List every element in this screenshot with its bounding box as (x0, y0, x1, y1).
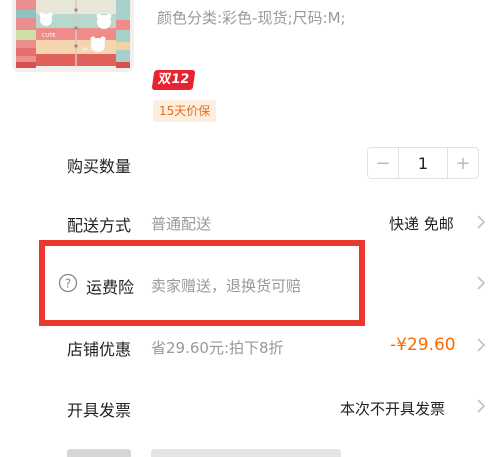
delivery-label: 配送方式 (67, 216, 132, 235)
thumbnail-text-left: CUTE (42, 33, 55, 39)
chevron-right-icon (477, 338, 486, 352)
next-row-label-partial (67, 449, 131, 457)
annotation-highlight-box (39, 240, 365, 326)
price-protection-badge: 15天价保 (153, 100, 217, 122)
chevron-right-icon (477, 276, 486, 290)
chevron-right-icon (477, 215, 486, 229)
order-confirm-page: CUTE UP TOWN 颜色分类:彩色-现货;尺码:M; 双12 15天价保 … (0, 0, 499, 457)
store-discount-label: 店铺优惠 (67, 340, 132, 359)
invoice-value: 本次不开具发票 (340, 400, 446, 418)
quantity-value[interactable]: 1 (398, 148, 448, 178)
store-discount-desc: 省29.60元:拍下8折 (151, 339, 284, 357)
invoice-label: 开具发票 (67, 401, 132, 420)
sweater-image: CUTE UP TOWN (12, 0, 134, 72)
chevron-right-icon (477, 399, 486, 413)
quantity-label: 购买数量 (67, 157, 132, 176)
discount-amount: -¥29.60 (390, 335, 456, 355)
quantity-plus-button[interactable]: + (448, 148, 478, 178)
product-variant: 颜色分类:彩色-现货;尺码:M; (157, 9, 346, 27)
next-row-desc-partial (151, 449, 341, 457)
delivery-method: 普通配送 (151, 215, 212, 233)
quantity-stepper[interactable]: − 1 + (367, 147, 479, 179)
product-thumbnail[interactable]: CUTE UP TOWN (12, 0, 134, 72)
delivery-value: 快递 免邮 (389, 215, 454, 233)
thumbnail-text-right: UP TOWN (82, 47, 104, 53)
quantity-minus-button[interactable]: − (368, 148, 398, 178)
double-12-badge: 双12 (151, 70, 196, 90)
